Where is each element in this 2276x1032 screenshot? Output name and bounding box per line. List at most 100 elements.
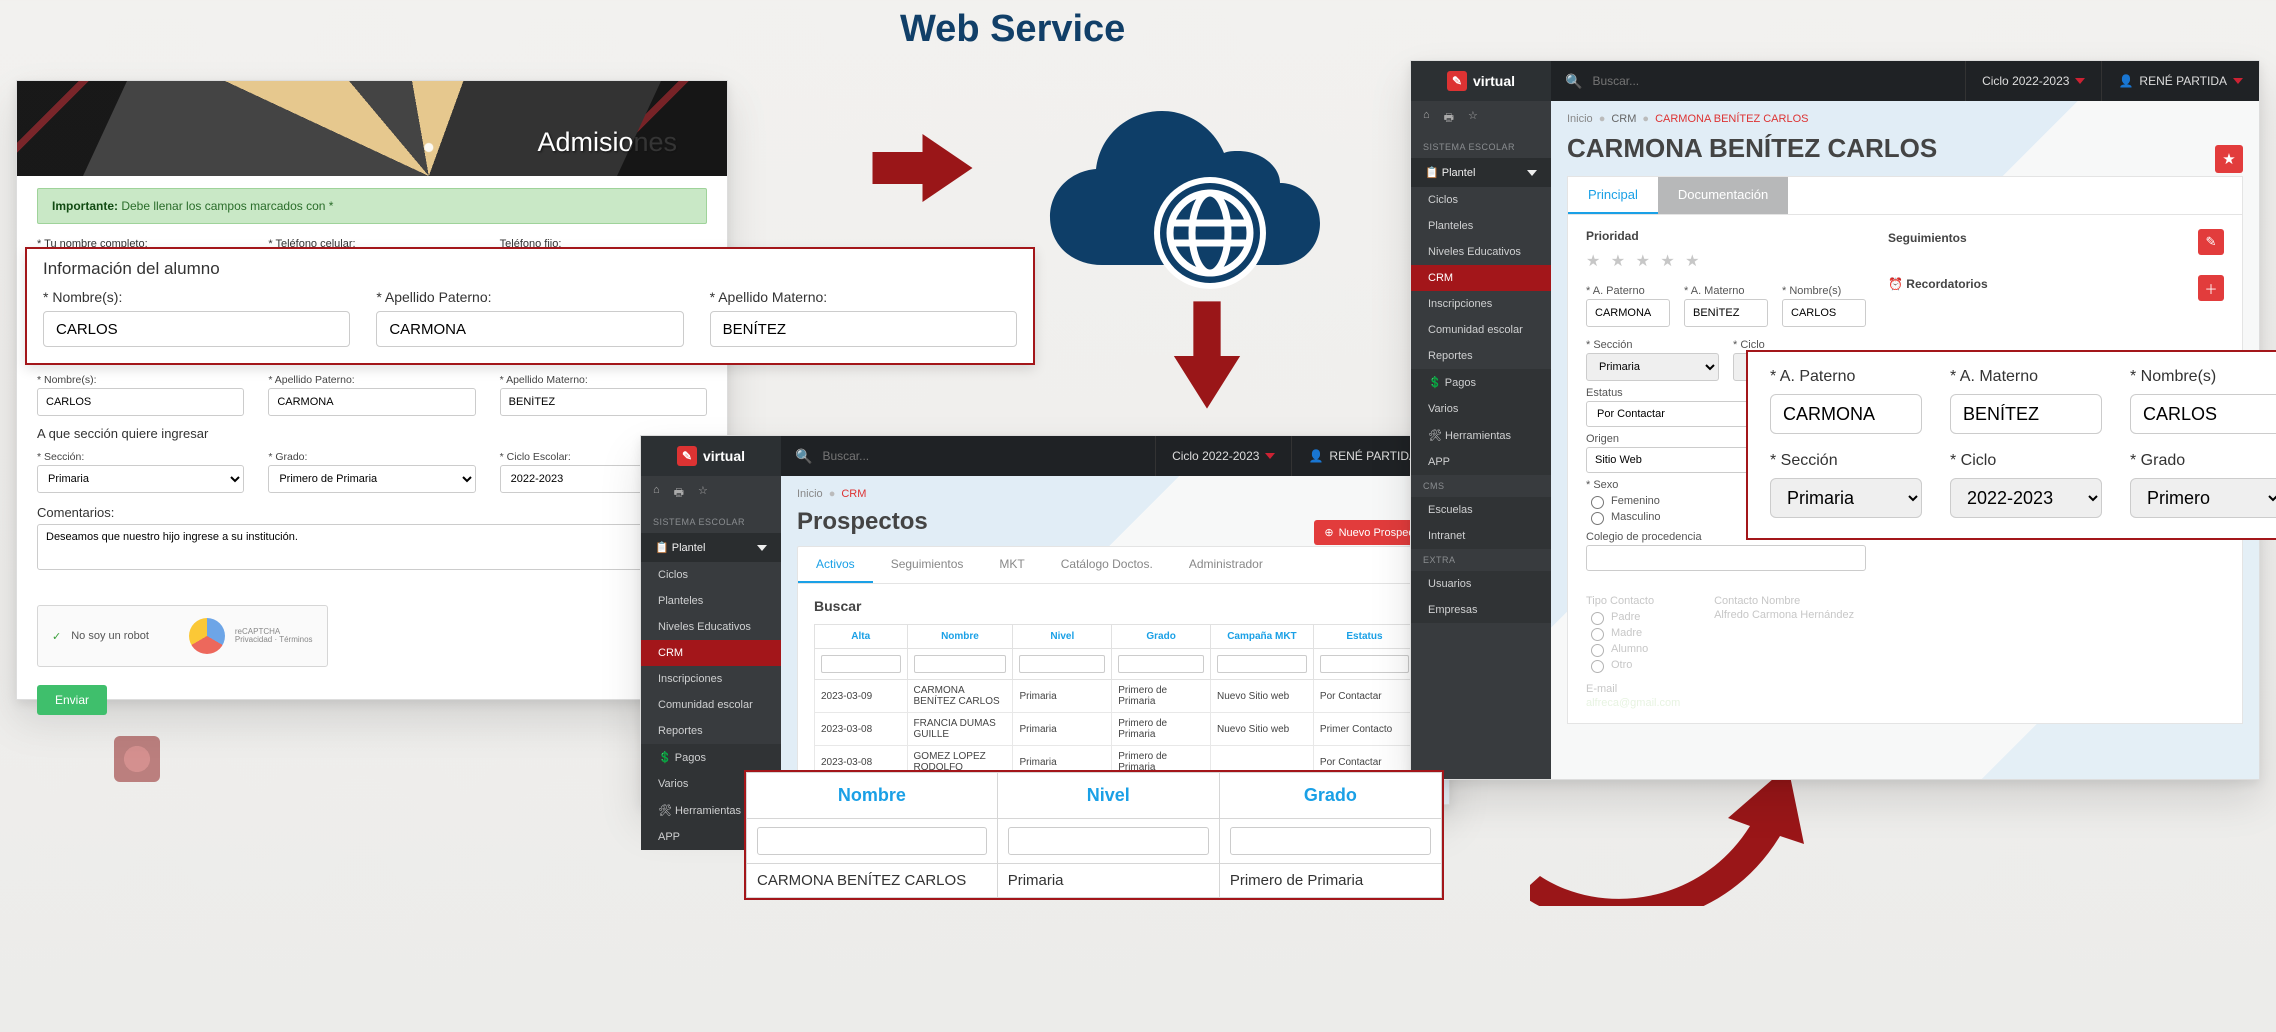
user-dropdown[interactable]: 👤 RENÉ PARTIDA [2102, 61, 2259, 101]
search-input[interactable] [820, 444, 1141, 468]
filter-nivel[interactable] [1019, 655, 1105, 673]
radio-tipo-contacto[interactable] [1591, 660, 1604, 673]
table-row[interactable]: 2023-03-08FRANCIA DUMAS GUILLEPrimariaPr… [815, 713, 1416, 746]
sidebar-item-intranet[interactable]: Intranet [1411, 523, 1551, 549]
zoom-input-nombre[interactable] [2130, 394, 2276, 434]
col-grado[interactable]: Grado [1112, 625, 1211, 649]
recaptcha[interactable]: ✓ No soy un robot reCAPTCHA Privacidad ·… [37, 605, 328, 667]
print-icon[interactable]: 🖶 [674, 484, 684, 503]
filter-nombre[interactable] [914, 655, 1007, 673]
radio-femenino[interactable] [1591, 496, 1604, 509]
print-icon[interactable]: 🖶 [1444, 109, 1454, 128]
radio-tipo-contacto[interactable] [1591, 628, 1604, 641]
cycle-dropdown[interactable]: Ciclo 2022-2023 [1965, 61, 2102, 101]
select-detail-seccion[interactable]: Primaria [1586, 353, 1719, 381]
filter-alta[interactable] [821, 655, 901, 673]
favorite-button[interactable]: ★ [2215, 145, 2243, 173]
tab-documentacion[interactable]: Documentación [1658, 177, 1788, 214]
zoom-filter-grado[interactable] [1230, 827, 1431, 855]
tab-seguimientos[interactable]: Seguimientos [873, 547, 982, 583]
input-detail-nom[interactable] [1782, 299, 1866, 327]
zoom-select-seccion[interactable]: Primaria [1770, 478, 1922, 518]
sidebar-item-planteles[interactable]: Planteles [641, 588, 781, 614]
priority-stars[interactable]: ★ ★ ★ ★ ★ [1586, 251, 1866, 271]
sidebar-item-herramientas[interactable]: 🛠 Herramientas [1411, 422, 1551, 449]
filter-est[interactable] [1320, 655, 1409, 673]
zoom-select-ciclo[interactable]: 2022-2023 [1950, 478, 2102, 518]
crumb-root[interactable]: Inicio [797, 488, 823, 500]
sidebar-item-inscripciones[interactable]: Inscripciones [1411, 291, 1551, 317]
sidebar-item-crm[interactable]: CRM [641, 640, 781, 666]
enviar-button[interactable]: Enviar [37, 685, 107, 715]
radio-tipo-contacto[interactable] [1591, 644, 1604, 657]
zoom-input-amat[interactable] [1950, 394, 2102, 434]
sidebar-item-ciclos[interactable]: Ciclos [1411, 187, 1551, 213]
sidebar-item-pagos[interactable]: 💲 Pagos [1411, 369, 1551, 396]
tab-catalogo[interactable]: Catálogo Doctos. [1043, 547, 1171, 583]
zoom-select-grado[interactable]: Primero [2130, 478, 2276, 518]
sidebar-item-escuelas[interactable]: Escuelas [1411, 497, 1551, 523]
radio-masculino[interactable] [1591, 512, 1604, 525]
home-icon[interactable]: ⌂ [1423, 109, 1430, 128]
sidebar-item-crm[interactable]: CRM [1411, 265, 1551, 291]
search-input[interactable] [1590, 69, 1951, 93]
edit-seguimiento-button[interactable]: ✎ [2198, 229, 2224, 255]
select-seccion[interactable]: Primaria [37, 465, 244, 493]
star-icon[interactable]: ☆ [1468, 109, 1478, 128]
table-row[interactable]: CARMONA BENÍTEZ CARLOS Primaria Primero … [747, 864, 1442, 898]
search-icon[interactable]: 🔍 [795, 448, 812, 465]
col-nivel[interactable]: Nivel [1013, 625, 1112, 649]
input-amat-mini[interactable] [500, 388, 707, 416]
input-apat-mini[interactable] [268, 388, 475, 416]
sidebar-item-usuarios[interactable]: Usuarios [1411, 571, 1551, 597]
label-nombre-mini: * Nombre(s): [37, 374, 97, 386]
sidebar-item-comunidad[interactable]: Comunidad escolar [1411, 317, 1551, 343]
sidebar-item-reportes[interactable]: Reportes [1411, 343, 1551, 369]
zoom-input-apat[interactable] [376, 311, 683, 347]
sidebar-item-comunidad[interactable]: Comunidad escolar [641, 692, 781, 718]
tab-activos[interactable]: Activos [798, 547, 873, 583]
col-estatus[interactable]: Estatus [1313, 625, 1415, 649]
col-nombre[interactable]: Nombre [907, 625, 1013, 649]
add-recordatorio-button[interactable]: ＋ [2198, 275, 2224, 301]
filter-camp[interactable] [1217, 655, 1307, 673]
tab-mkt[interactable]: MKT [981, 547, 1042, 583]
sidebar-item-niveles[interactable]: Niveles Educativos [641, 614, 781, 640]
zoom-input-apat[interactable] [1770, 394, 1922, 434]
radio-tipo-contacto[interactable] [1591, 612, 1604, 625]
sidebar-item-plantel[interactable]: 📋 Plantel [1411, 158, 1551, 187]
cycle-dropdown[interactable]: Ciclo 2022-2023 [1155, 436, 1292, 476]
sidebar-item-varios[interactable]: Varios [1411, 396, 1551, 422]
col-campana[interactable]: Campaña MKT [1210, 625, 1313, 649]
search-icon[interactable]: 🔍 [1565, 73, 1582, 90]
sidebar-item-inscripciones[interactable]: Inscripciones [641, 666, 781, 692]
zoom-filter-nivel[interactable] [1008, 827, 1209, 855]
table-row[interactable]: 2023-03-09CARMONA BENÍTEZ CARLOSPrimaria… [815, 680, 1416, 713]
crumb-root[interactable]: Inicio [1567, 113, 1593, 125]
sidebar-item-pagos[interactable]: 💲 Pagos [641, 744, 781, 771]
breadcrumb: Inicio ● CRM [797, 488, 1433, 500]
select-grado[interactable]: Primero de Primaria [268, 465, 475, 493]
sidebar-item-app[interactable]: APP [1411, 449, 1551, 475]
sidebar-item-ciclos[interactable]: Ciclos [641, 562, 781, 588]
textarea-comentarios[interactable]: Deseamos que nuestro hijo ingrese a su i… [37, 524, 707, 570]
zoom-filter-nombre[interactable] [757, 827, 987, 855]
zoom-input-amat[interactable] [710, 311, 1017, 347]
input-detail-apat[interactable] [1586, 299, 1670, 327]
zoom-input-nombre[interactable] [43, 311, 350, 347]
col-alta[interactable]: Alta [815, 625, 908, 649]
sidebar-item-empresas[interactable]: Empresas [1411, 597, 1551, 623]
star-icon[interactable]: ☆ [698, 484, 708, 503]
input-detail-amat[interactable] [1684, 299, 1768, 327]
sidebar-item-niveles[interactable]: Niveles Educativos [1411, 239, 1551, 265]
tab-admin[interactable]: Administrador [1171, 547, 1281, 583]
filter-grado[interactable] [1118, 655, 1204, 673]
input-colegio[interactable] [1586, 545, 1866, 571]
sidebar-item-planteles[interactable]: Planteles [1411, 213, 1551, 239]
input-nombre-mini[interactable] [37, 388, 244, 416]
sidebar-item-reportes[interactable]: Reportes [641, 718, 781, 744]
home-icon[interactable]: ⌂ [653, 484, 660, 503]
crumb-mid[interactable]: CRM [1611, 113, 1636, 125]
tab-principal[interactable]: Principal [1568, 177, 1658, 214]
sidebar-item-plantel[interactable]: 📋 Plantel [641, 533, 781, 562]
